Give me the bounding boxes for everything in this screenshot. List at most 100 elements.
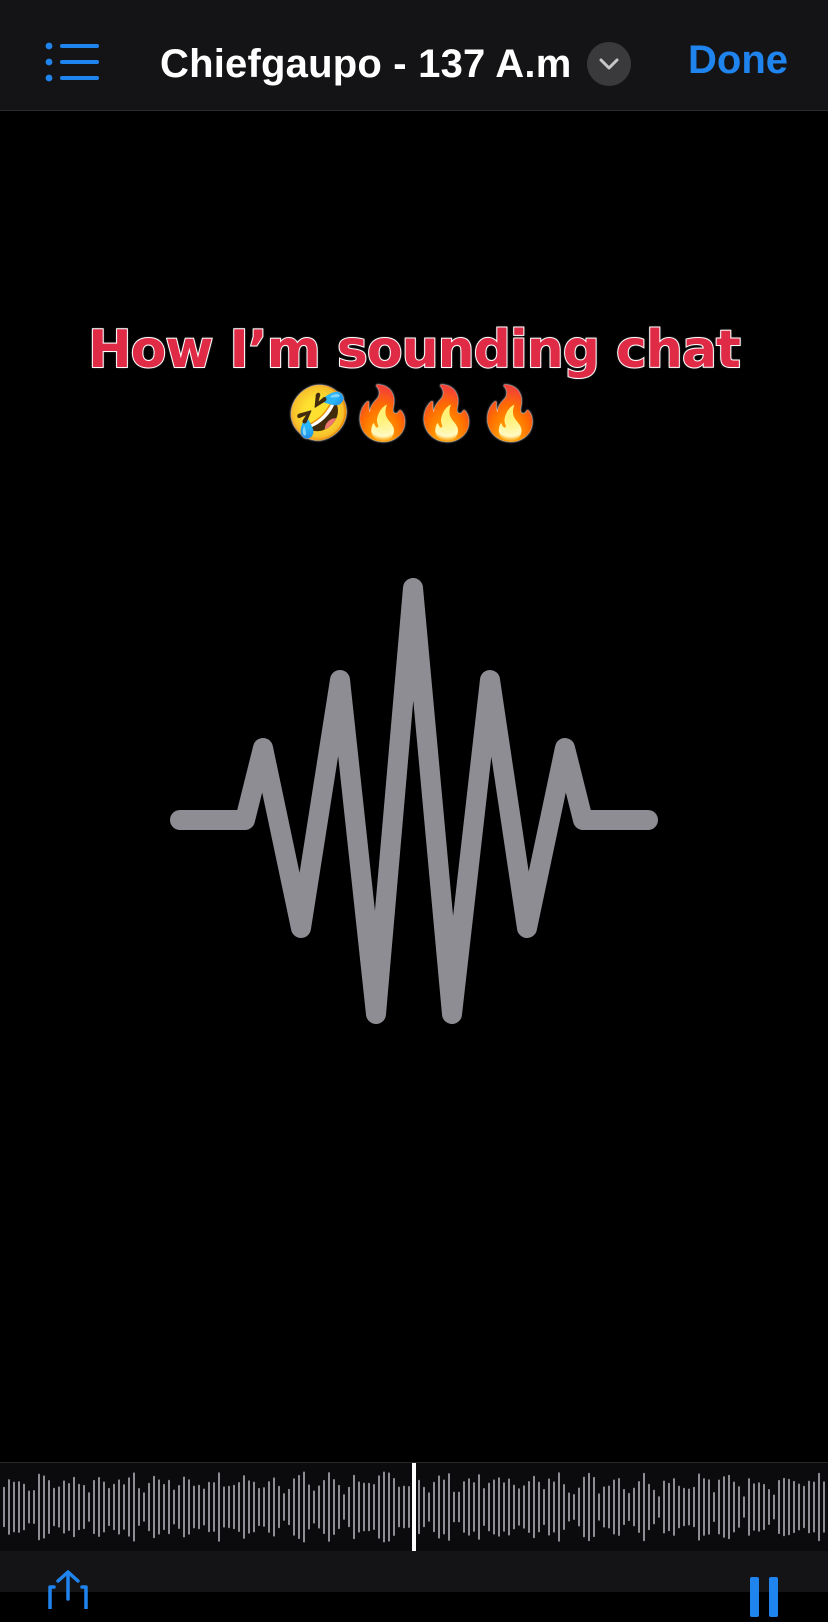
scrubber-bar bbox=[673, 1478, 675, 1536]
scrubber-bar bbox=[438, 1475, 440, 1539]
scrubber-bar bbox=[658, 1496, 660, 1518]
scrubber-bar bbox=[228, 1485, 230, 1529]
scrubber-bar bbox=[653, 1489, 655, 1525]
scrubber-bar bbox=[518, 1488, 520, 1526]
scrubber-bar bbox=[498, 1477, 500, 1537]
scrubber-bar bbox=[393, 1478, 395, 1536]
scrubber-bar bbox=[233, 1484, 235, 1530]
scrubber-bar bbox=[778, 1479, 780, 1535]
scrubber-bar bbox=[598, 1493, 600, 1521]
scrubber-bar bbox=[153, 1475, 155, 1539]
scrubber-bar bbox=[23, 1483, 25, 1531]
scrubber-bar bbox=[198, 1484, 200, 1530]
scrubber-bar bbox=[783, 1477, 785, 1537]
share-icon bbox=[48, 1570, 88, 1611]
scrubber-bar bbox=[528, 1481, 530, 1533]
scrubber-bar bbox=[158, 1479, 160, 1535]
scrubber-bar bbox=[588, 1472, 590, 1542]
scrubber-bar bbox=[268, 1481, 270, 1533]
scrubber-bar bbox=[368, 1482, 370, 1532]
scrubber-bar bbox=[423, 1486, 425, 1528]
scrubber-bar bbox=[283, 1493, 285, 1521]
scrubber-bar bbox=[808, 1480, 810, 1534]
scrubber-bar bbox=[318, 1485, 320, 1529]
scrubber-bar bbox=[253, 1481, 255, 1533]
scrubber-bar bbox=[378, 1475, 380, 1539]
scrubber-bar bbox=[758, 1482, 760, 1532]
scrubber-bar bbox=[188, 1479, 190, 1535]
scrubber-bar bbox=[238, 1481, 240, 1533]
scrubber-bar bbox=[248, 1480, 250, 1534]
scrubber-bar bbox=[168, 1479, 170, 1535]
scrubber-bar bbox=[463, 1481, 465, 1533]
scrubber-bar bbox=[493, 1479, 495, 1535]
scrubber-bar bbox=[593, 1476, 595, 1538]
scrubber-bar bbox=[243, 1475, 245, 1539]
scrubber-bar bbox=[663, 1480, 665, 1534]
scrubber-bar bbox=[343, 1494, 345, 1520]
scrubber-bar bbox=[133, 1472, 135, 1542]
scrubber-bar bbox=[143, 1492, 145, 1522]
scrubber-bar bbox=[753, 1483, 755, 1531]
scrubber-bar bbox=[448, 1473, 450, 1541]
scrubber-bar bbox=[18, 1481, 20, 1533]
scrubber-bar bbox=[293, 1478, 295, 1536]
scrubber-bar bbox=[398, 1486, 400, 1528]
scrubber-bar bbox=[58, 1486, 60, 1528]
scrubber-bar bbox=[338, 1484, 340, 1530]
playhead[interactable] bbox=[412, 1463, 416, 1551]
scrubber-bar bbox=[788, 1478, 790, 1536]
scrubber-bar bbox=[258, 1487, 260, 1527]
scrubber-bar bbox=[508, 1478, 510, 1536]
scrubber-bar bbox=[443, 1479, 445, 1535]
scrubber-bar bbox=[718, 1479, 720, 1535]
scrubber-bar bbox=[3, 1486, 5, 1528]
scrubber-bar bbox=[603, 1486, 605, 1528]
scrubber-bar bbox=[818, 1472, 820, 1542]
scrubber-bar bbox=[793, 1480, 795, 1534]
scrubber-waveform bbox=[3, 1463, 825, 1551]
scrubber-bar bbox=[418, 1479, 420, 1535]
scrubber-bar bbox=[358, 1481, 360, 1533]
scrubber-bar bbox=[683, 1487, 685, 1527]
scrubber-bar bbox=[203, 1488, 205, 1526]
scrubber-bar bbox=[178, 1484, 180, 1530]
scrubber-bar bbox=[43, 1475, 45, 1539]
audio-scrubber[interactable] bbox=[0, 1462, 828, 1552]
scrubber-bar bbox=[428, 1492, 430, 1522]
scrubber-bar bbox=[468, 1478, 470, 1536]
scrubber-bar bbox=[333, 1478, 335, 1536]
scrubber-bar bbox=[488, 1482, 490, 1532]
share-button[interactable] bbox=[46, 1569, 90, 1611]
scrubber-bar bbox=[583, 1476, 585, 1538]
scrubber-bar bbox=[33, 1489, 35, 1525]
scrubber-bar bbox=[728, 1474, 730, 1540]
scrubber-bar bbox=[348, 1486, 350, 1528]
scrubber-bar bbox=[383, 1471, 385, 1543]
scrubber-bar bbox=[688, 1488, 690, 1526]
scrubber-bar bbox=[93, 1479, 95, 1535]
scrubber-bar bbox=[568, 1492, 570, 1522]
scrubber-bar bbox=[308, 1484, 310, 1530]
scrubber-bar bbox=[538, 1481, 540, 1533]
scrubber-bar bbox=[223, 1486, 225, 1528]
scrubber-bar bbox=[738, 1486, 740, 1528]
scrubber-bar bbox=[183, 1476, 185, 1538]
scrubber-bar bbox=[698, 1473, 700, 1541]
scrubber-bar bbox=[148, 1482, 150, 1532]
scrubber-bar bbox=[373, 1484, 375, 1530]
scrubber-bar bbox=[103, 1481, 105, 1533]
scrubber-bar bbox=[578, 1487, 580, 1527]
scrubber-bar bbox=[303, 1471, 305, 1543]
scrubber-bar bbox=[713, 1491, 715, 1523]
pause-button[interactable] bbox=[744, 1577, 784, 1617]
scrubber-bar bbox=[48, 1480, 50, 1534]
scrubber-bar bbox=[823, 1481, 825, 1533]
scrubber-bar bbox=[403, 1485, 405, 1529]
scrubber-bar bbox=[513, 1484, 515, 1530]
waveform-icon bbox=[170, 578, 658, 1024]
scrubber-bar bbox=[633, 1487, 635, 1527]
scrubber-bar bbox=[138, 1487, 140, 1527]
scrubber-bar bbox=[408, 1485, 410, 1529]
scrubber-bar bbox=[453, 1491, 455, 1523]
